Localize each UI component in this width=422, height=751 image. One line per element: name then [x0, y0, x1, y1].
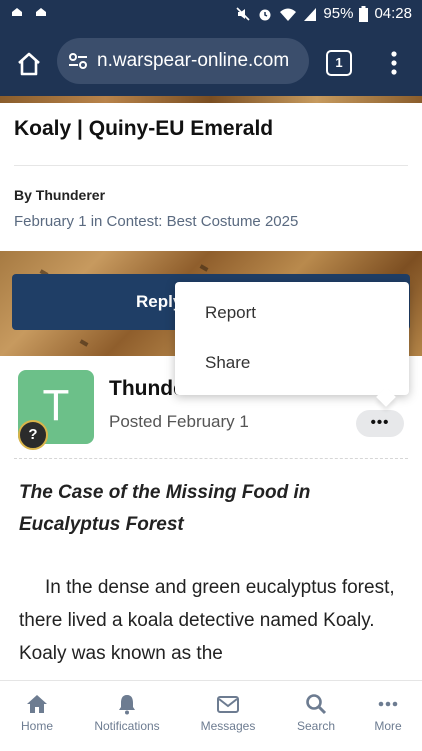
notification-icons: [10, 6, 48, 20]
menu-item-share[interactable]: Share: [205, 353, 250, 373]
post-date: Posted February 1: [109, 412, 249, 431]
menu-item-report[interactable]: Report: [205, 303, 256, 323]
address-bar[interactable]: n.warspear-online.com: [57, 38, 309, 84]
mute-icon: [236, 6, 250, 21]
post-body: In the dense and green eucalyptus forest…: [19, 571, 409, 670]
home-icon: [27, 695, 47, 713]
nav-home[interactable]: Home: [18, 693, 56, 733]
post-heading: The Case of the Missing Food in Eucalypt…: [19, 482, 311, 535]
envelope-icon: [217, 696, 239, 713]
url-text[interactable]: n.warspear-online.com: [97, 50, 289, 72]
cloud-upload-icon: [12, 8, 22, 16]
rank-badge: ?: [18, 420, 48, 450]
menu-pointer: [376, 387, 396, 407]
battery-percent: 95%: [323, 5, 354, 22]
nav-more-label: More: [374, 719, 402, 733]
nav-search[interactable]: Search: [294, 693, 338, 733]
nav-more[interactable]: More: [368, 693, 408, 733]
bottom-navigation: Home Notifications Messages Search More: [0, 680, 422, 751]
nav-notifications[interactable]: Notifications: [92, 693, 162, 733]
nav-home-label: Home: [20, 719, 53, 733]
nav-notifications-label: Notifications: [94, 719, 160, 733]
home-icon[interactable]: [14, 49, 44, 79]
header-banner-strip: [0, 96, 422, 103]
post-paragraph: In the dense and green eucalyptus forest…: [19, 577, 395, 664]
site-settings-icon[interactable]: [67, 50, 89, 72]
browser-toolbar: n.warspear-online.com 1: [0, 30, 422, 96]
post-options-button[interactable]: •••: [356, 410, 404, 437]
wifi-icon: [280, 8, 297, 21]
nav-messages[interactable]: Messages: [198, 693, 258, 733]
search-icon: [306, 694, 327, 715]
nav-search-label: Search: [296, 719, 336, 733]
browser-menu-icon[interactable]: [384, 50, 404, 76]
divider: [14, 458, 408, 459]
clock: 04:28: [374, 5, 412, 22]
nav-messages-label: Messages: [200, 719, 256, 733]
status-bar: 95% 04:28: [0, 0, 422, 30]
more-dots-icon: [378, 701, 398, 707]
cloud-upload-icon: [36, 8, 46, 16]
tab-switcher-button[interactable]: 1: [326, 50, 352, 76]
post-options-menu: Report Share: [175, 282, 409, 407]
divider: [14, 165, 408, 166]
battery-icon: [359, 5, 369, 22]
signal-icon: [304, 7, 317, 21]
topic-author[interactable]: By Thunderer: [14, 187, 105, 203]
topic-title: Koaly | Quiny-EU Emerald: [14, 117, 274, 140]
bell-icon: [119, 695, 135, 715]
alarm-icon: [259, 9, 271, 20]
topic-meta[interactable]: February 1 in Contest: Best Costume 2025: [14, 213, 298, 230]
